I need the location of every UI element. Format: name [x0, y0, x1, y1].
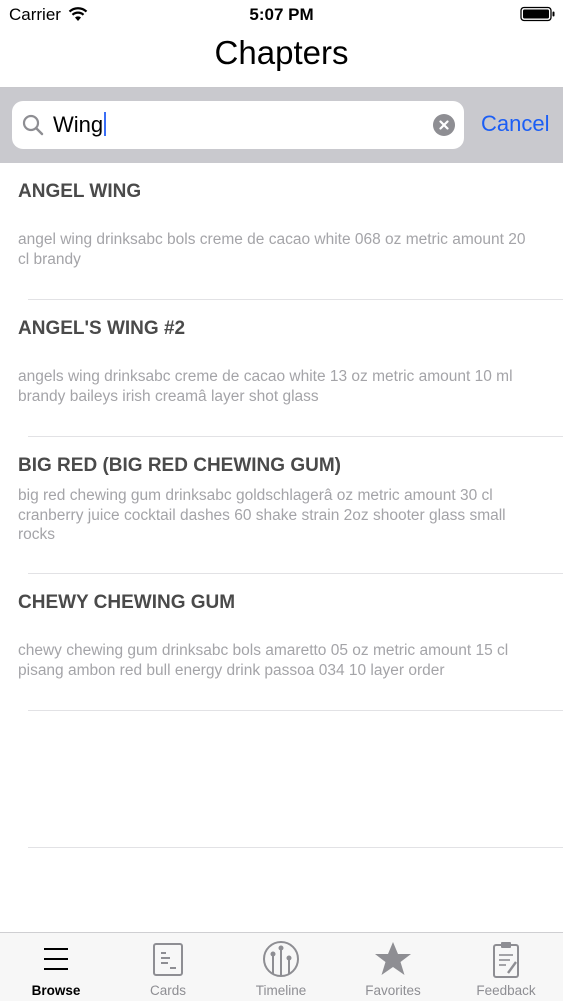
search-query[interactable]: Wing	[53, 112, 107, 138]
page-title: Chapters	[214, 34, 349, 71]
clear-search-icon[interactable]	[433, 114, 455, 136]
item-description: chewy chewing gum drinksabc bols amarett…	[18, 642, 509, 679]
status-time: 5:07 PM	[249, 5, 314, 24]
item-description: angels wing drinksabc creme de cacao whi…	[18, 368, 513, 405]
list-icon	[44, 948, 68, 970]
clipboard-icon	[493, 942, 519, 978]
search-icon	[22, 114, 44, 136]
item-description: big red chewing gum drinksabc goldschlag…	[18, 487, 506, 543]
star-icon	[375, 942, 411, 975]
item-title: ANGEL WING	[18, 181, 142, 202]
item-description: angel wing drinksabc bols creme de cacao…	[18, 231, 526, 268]
search-input[interactable]: Wing	[12, 101, 464, 149]
cancel-button[interactable]: Cancel	[481, 111, 549, 137]
tab-cards[interactable]: Cards	[112, 933, 224, 1001]
tab-bar: Browse Cards Timeline Favorites Feedback	[0, 932, 563, 1001]
timeline-icon	[263, 941, 299, 977]
item-title: BIG RED (BIG RED CHEWING GUM)	[18, 455, 341, 476]
tab-feedback[interactable]: Feedback	[450, 933, 562, 1001]
tab-timeline[interactable]: Timeline	[225, 933, 337, 1001]
empty-row	[0, 711, 563, 848]
tab-browse[interactable]: Browse	[0, 933, 112, 1001]
tab-label: Cards	[149, 983, 186, 998]
battery-icon	[520, 6, 555, 22]
list-item[interactable]: ANGEL'S WING #2 angels wing drinksabc cr…	[0, 300, 563, 437]
list-item[interactable]: BIG RED (BIG RED CHEWING GUM) big red ch…	[0, 437, 563, 574]
tab-label: Timeline	[255, 983, 307, 998]
row-separator	[28, 847, 563, 848]
tab-label: Feedback	[476, 983, 536, 998]
status-bar: Carrier 5:07 PM	[0, 0, 563, 30]
tab-favorites[interactable]: Favorites	[337, 933, 449, 1001]
item-title: CHEWY CHEWING GUM	[18, 592, 236, 613]
tab-label: Favorites	[365, 983, 421, 998]
tab-label: Browse	[31, 983, 81, 998]
results-list: ANGEL WING angel wing drinksabc bols cre…	[0, 163, 563, 848]
list-item[interactable]: CHEWY CHEWING GUM chewy chewing gum drin…	[0, 574, 563, 711]
item-title: ANGEL'S WING #2	[18, 318, 186, 339]
cards-icon	[153, 943, 183, 976]
text-caret	[104, 112, 107, 136]
navigation-bar: Chapters	[0, 30, 563, 88]
search-bar: Wing Cancel	[0, 88, 563, 163]
list-item[interactable]: ANGEL WING angel wing drinksabc bols cre…	[0, 163, 563, 300]
